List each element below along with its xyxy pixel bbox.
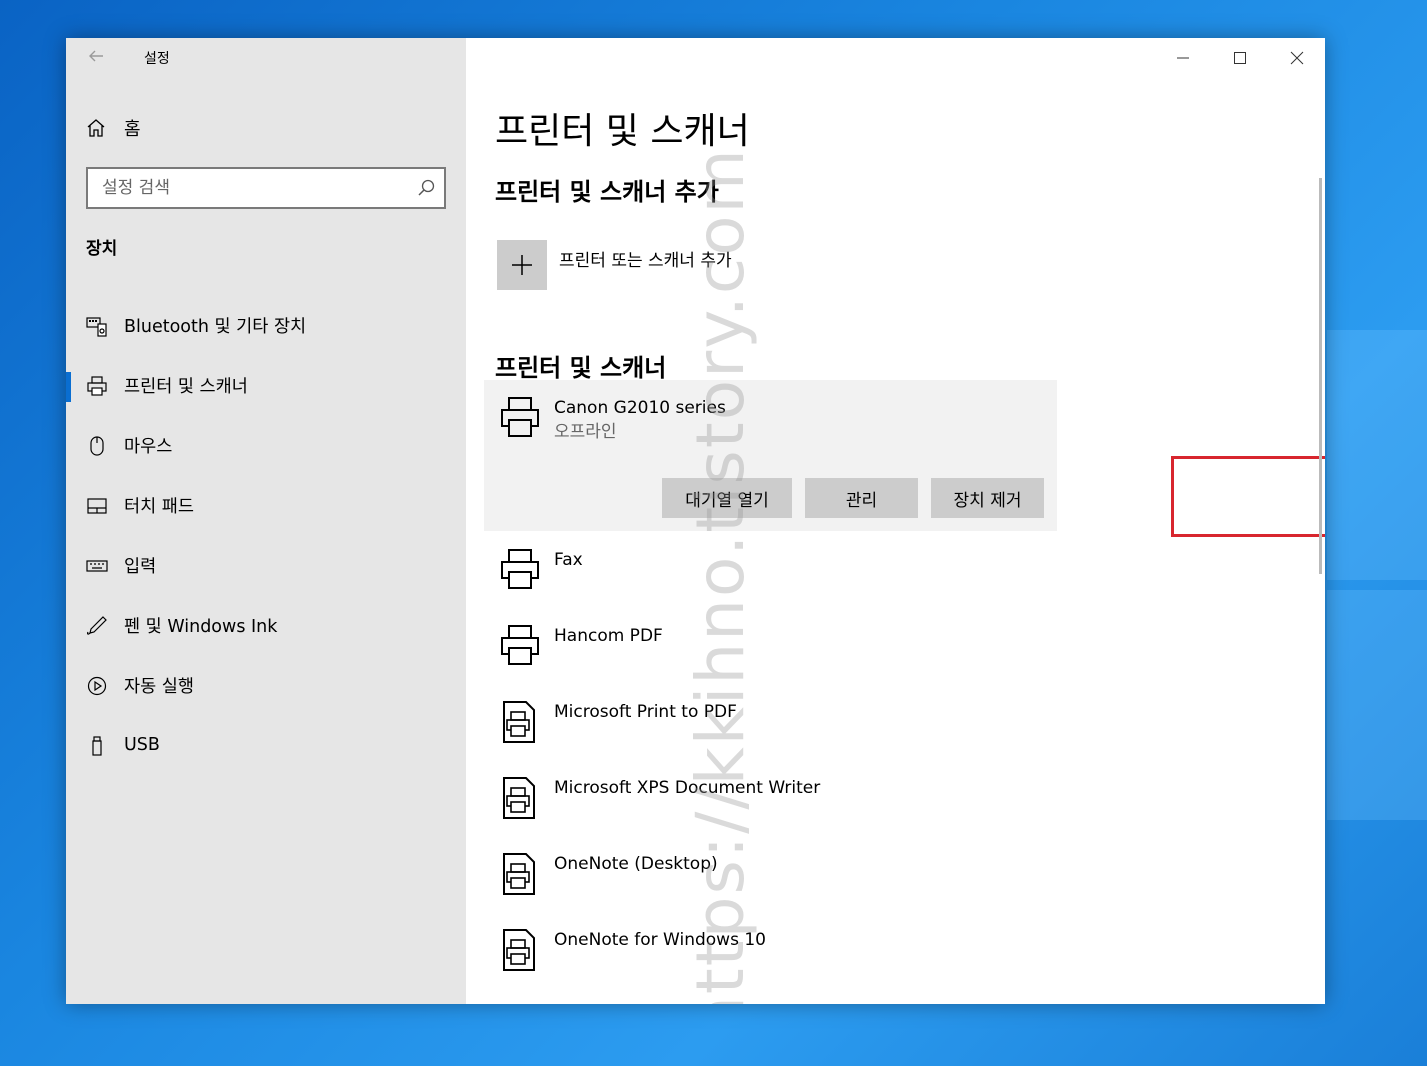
printer-icon — [86, 375, 107, 396]
app-title: 설정 — [144, 51, 170, 67]
close-icon[interactable] — [1268, 38, 1325, 78]
document-printer-icon — [500, 928, 540, 972]
search-icon[interactable] — [416, 178, 436, 198]
minimize-icon[interactable] — [1154, 38, 1211, 78]
sidebar-item-label: 마우스 — [124, 436, 173, 457]
printer-icon — [500, 396, 540, 440]
desktop-light-panel — [1327, 590, 1427, 820]
manage-button[interactable]: 관리 — [805, 478, 918, 518]
bluetooth-devices-icon — [86, 315, 107, 337]
sidebar-item-typing[interactable]: 입력 — [66, 535, 466, 595]
sidebar-item-label: Bluetooth 및 기타 장치 — [124, 316, 307, 337]
printer-icon — [500, 624, 540, 668]
touchpad-icon — [86, 495, 107, 515]
keyboard-icon — [86, 555, 108, 575]
sidebar-item-pen[interactable]: 펜 및 Windows Ink — [66, 595, 466, 655]
document-printer-icon — [500, 776, 540, 820]
sidebar-item-mouse[interactable]: 마우스 — [66, 415, 466, 475]
sidebar: 설정 홈 장치 Bluetooth 및 기타 장치 — [66, 38, 466, 1004]
watermark-text: https://kkihno.tistory.com — [682, 147, 759, 1004]
home-label: 홈 — [124, 119, 141, 140]
sidebar-item-label: 터치 패드 — [124, 496, 194, 517]
home-nav-item[interactable]: 홈 — [86, 116, 141, 140]
sidebar-item-bluetooth[interactable]: Bluetooth 및 기타 장치 — [66, 295, 466, 355]
main-content: 프린터 및 스캐너 프린터 및 스캐너 추가 프린터 또는 스캐너 추가 프린터… — [466, 38, 1325, 1004]
sidebar-item-printers[interactable]: 프린터 및 스캐너 — [66, 355, 466, 415]
printer-list-title: 프린터 및 스캐너 — [495, 354, 667, 382]
remove-device-button[interactable]: 장치 제거 — [931, 478, 1044, 518]
document-printer-icon — [500, 700, 540, 744]
sidebar-item-label: USB — [124, 735, 160, 755]
sidebar-item-touchpad[interactable]: 터치 패드 — [66, 475, 466, 535]
desktop-light-panel — [1327, 330, 1427, 580]
printer-name: Fax — [554, 550, 583, 570]
page-title: 프린터 및 스캐너 — [495, 111, 750, 152]
sidebar-item-label: 프린터 및 스캐너 — [124, 376, 248, 397]
maximize-icon[interactable] — [1211, 38, 1268, 78]
sidebar-item-label: 자동 실행 — [124, 676, 194, 697]
sidebar-item-label: 펜 및 Windows Ink — [124, 616, 278, 637]
scrollbar[interactable] — [1319, 178, 1322, 574]
back-arrow-icon[interactable] — [84, 46, 108, 70]
sidebar-nav: Bluetooth 및 기타 장치 프린터 및 스캐너 마우스 터치 패드 입력… — [66, 295, 466, 775]
printer-text: Hancom PDF — [554, 624, 663, 648]
sidebar-item-autoplay[interactable]: 자동 실행 — [66, 655, 466, 715]
search-input[interactable] — [88, 169, 408, 207]
usb-icon — [86, 735, 106, 756]
document-printer-icon — [500, 852, 540, 896]
sidebar-item-usb[interactable]: USB — [66, 715, 466, 775]
autoplay-icon — [86, 675, 107, 696]
printer-icon — [500, 548, 540, 592]
title-bar: 설정 — [66, 38, 466, 78]
pen-icon — [86, 615, 107, 635]
printer-item[interactable]: Microsoft XPS Document Writer — [500, 776, 820, 820]
home-icon — [86, 118, 106, 138]
settings-search-box[interactable] — [86, 167, 446, 209]
window-controls — [1154, 38, 1325, 78]
plus-icon — [497, 240, 547, 290]
highlight-annotation — [1171, 456, 1325, 537]
sidebar-item-label: 입력 — [124, 556, 157, 577]
settings-window: 설정 홈 장치 Bluetooth 및 기타 장치 — [66, 38, 1325, 1004]
printer-name: Hancom PDF — [554, 626, 663, 646]
printer-item[interactable]: Hancom PDF — [500, 624, 663, 668]
mouse-icon — [86, 435, 106, 456]
printer-text: Fax — [554, 548, 583, 572]
section-title: 장치 — [86, 239, 118, 259]
printer-item[interactable]: Fax — [500, 548, 583, 592]
printer-item-selected[interactable]: Canon G2010 series 오프라인 대기열 열기 관리 장치 제거 — [484, 380, 1057, 531]
